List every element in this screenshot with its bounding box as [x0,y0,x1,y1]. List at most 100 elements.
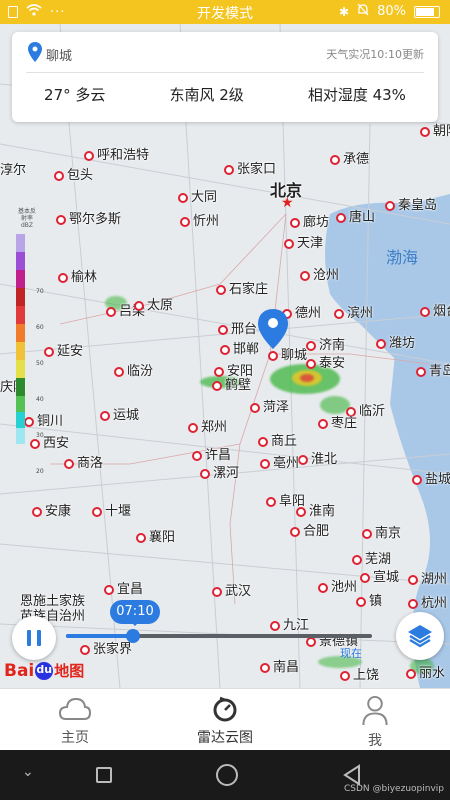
city-label: 镇 [356,590,382,609]
city-label: 盐城 [412,468,450,487]
city-label: 临汾 [114,360,153,379]
city-label: 淮南 [296,500,335,519]
system-nav-bar: ⌄ CSDN @biyezuopinvip [0,750,450,800]
layers-button[interactable] [396,612,444,660]
city-label: 九江 [270,614,309,633]
city-label: 襄阳 [136,526,175,545]
city-label: 呼和浩特 [84,144,149,163]
city-label: 安康 [32,500,71,519]
city-label: 朝阳 [420,120,450,139]
city-label: 邯郸 [220,338,259,357]
city-label: 丽水 [406,662,445,681]
city-label: 池州 [318,576,357,595]
city-label: 青岛 [416,360,450,379]
city-label: 合肥 [290,520,329,539]
time-bubble: 07:10 [110,600,160,626]
city-label: 菏泽 [250,396,289,415]
city-label: 漯河 [200,462,239,481]
logo-text: 地图 [54,662,85,680]
city-label: 亳州 [260,452,299,471]
update-time: 天气实况10:10更新 [326,48,424,61]
battery-icon [414,5,440,18]
tab-label: 雷达云图 [197,730,253,746]
city-label: 鹤壁 [212,374,251,393]
location-pin-icon [28,42,42,66]
city-label: 淮北 [298,448,337,467]
capital-star-icon: ★ [281,195,294,211]
location-name: 聊城 [46,48,73,64]
card-divider [26,72,424,73]
tab-me[interactable]: 我 [300,689,450,750]
legend-value: 20 [36,468,44,475]
cloud-icon [58,697,92,720]
pause-icon [27,630,31,646]
city-label: 芜湖 [352,548,391,567]
city-label: 商丘 [258,430,297,449]
tab-radar[interactable]: 雷达云图 [150,689,300,750]
watermark: CSDN @biyezuopinvip [344,784,444,794]
city-label: 张家口 [224,158,276,177]
status-bar: ··· 开发模式 ✱ 80% [0,0,450,24]
paw-icon: du [35,661,54,680]
legend-title: 基本反射率dBZ [17,208,36,229]
city-label: 石家庄 [216,278,268,297]
city-label: 商洛 [64,452,103,471]
city-label: 南京 [362,522,401,541]
city-label: 泰安 [306,352,345,371]
city-label: 上饶 [340,664,379,683]
city-label: 滨州 [334,302,373,321]
back-triangle-icon[interactable] [342,764,362,786]
temperature: 27° 多云 [44,86,106,104]
legend-value: 60 [36,324,44,331]
baidu-map-logo: Bai du 地图 [4,660,84,681]
recents-square-icon[interactable] [96,767,112,783]
city-label: 大同 [178,186,217,205]
city-label: 运城 [100,404,139,423]
city-label: 武汉 [212,580,251,599]
home-circle-icon[interactable] [216,764,238,786]
city-label: 太原 [134,294,173,313]
timeline-slider[interactable] [66,629,372,643]
radar-clock-icon [213,696,237,722]
bottom-tab-bar: 主页 雷达云图 我 [0,688,450,750]
city-label: 铜川 [24,410,63,429]
timeline-progress [66,634,134,638]
city-label: 榆林 [58,266,97,285]
city-label: 淳尔 [0,163,27,178]
logo-text: du [36,662,53,676]
city-label: 宣城 [360,566,399,585]
city-label: 沧州 [300,264,339,283]
collapse-chevron-icon[interactable]: ⌄ [22,764,34,780]
layers-icon [408,625,432,648]
legend-value: 40 [36,396,44,403]
city-label: 包头 [54,164,93,183]
weather-card: 聊城 天气实况10:10更新 27° 多云 东南风 2级 相对湿度 43% [12,32,438,122]
city-label: 许昌 [192,444,231,463]
wind: 东南风 2级 [169,86,244,104]
radar-map[interactable]: 朝阳 呼和浩特 张家口 承德 淳尔 包头 大同 北京 ★ 廊坊 唐山 秦皇岛 鄂… [0,24,450,688]
city-label: 烟台 [420,300,450,319]
legend-color-bar [16,234,25,444]
city-label: 南昌 [260,656,299,675]
logo-text: Bai [4,660,35,681]
sea-label: 渤海 [386,248,419,267]
mute-bell-icon [357,3,369,20]
city-label: 秦皇岛 [385,194,437,213]
bluetooth-icon: ✱ [339,4,350,19]
city-label: 湖州 [408,568,447,587]
city-label: 潍坊 [376,332,415,351]
tab-home[interactable]: 主页 [0,689,150,750]
person-icon [362,695,388,726]
city-label: 唐山 [336,206,375,225]
city-label: 廊坊 [290,211,329,230]
now-label: 现在 [340,647,362,660]
city-label: 枣庄 [318,412,357,431]
tab-label: 主页 [61,730,89,746]
city-label: 延安 [44,340,83,359]
city-label: 杭州 [408,592,447,611]
city-label: 十堰 [92,500,131,519]
battery-percent: 80% [377,4,406,19]
city-label: 济南 [306,334,345,353]
pause-button[interactable] [12,616,56,660]
city-label: 邢台 [218,318,257,337]
